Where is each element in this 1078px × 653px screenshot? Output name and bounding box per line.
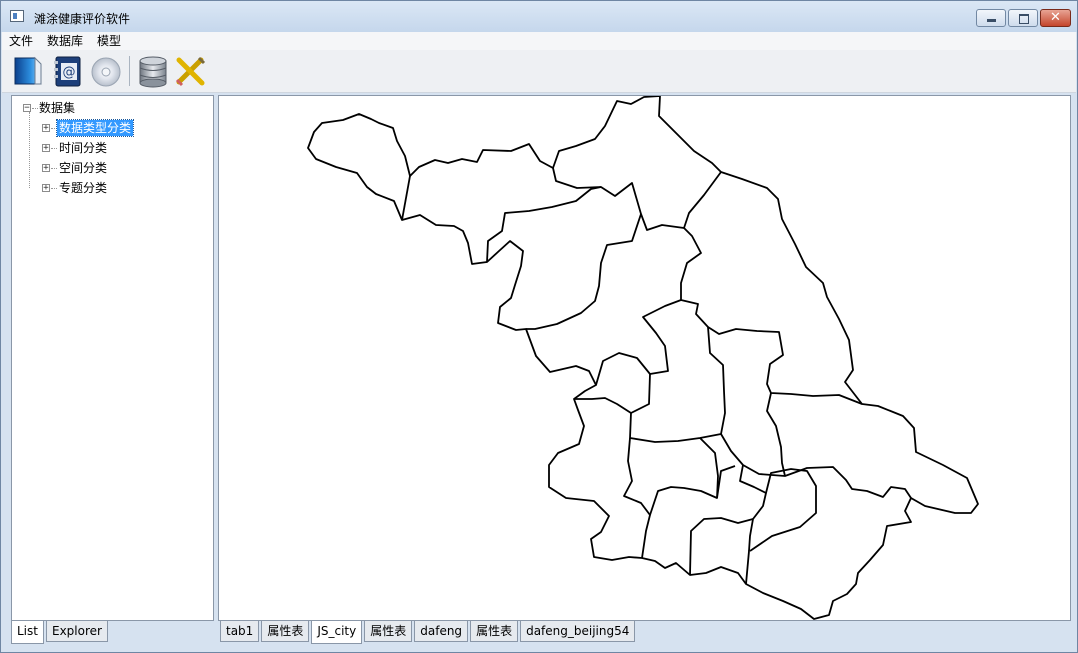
city-boundary (574, 373, 651, 414)
city-boundary (766, 392, 786, 477)
menu-bar: 文件 数据库 模型 (2, 32, 1076, 50)
city-boundary (680, 227, 863, 405)
tree-item-label: 空间分类 (59, 161, 108, 175)
expand-toggle-icon[interactable]: + (42, 124, 50, 133)
map-view[interactable] (218, 95, 1071, 621)
js-city-map[interactable] (219, 96, 1070, 620)
city-boundary (595, 299, 682, 386)
tab-attribute-table-1[interactable]: 属性表 (261, 621, 310, 642)
window-controls: ✕ (976, 9, 1071, 27)
disc-button[interactable] (89, 54, 123, 88)
close-button[interactable]: ✕ (1040, 9, 1071, 27)
toolbar-separator (129, 56, 130, 86)
tab-js-city[interactable]: JS_city (311, 621, 363, 644)
city-boundary (716, 465, 736, 499)
open-file-button[interactable] (11, 54, 45, 88)
expand-toggle-icon[interactable]: + (42, 184, 50, 193)
city-boundary (649, 437, 719, 516)
tree-line (29, 112, 30, 188)
tree-item-label: 数据类型分类 (55, 119, 135, 137)
database-button[interactable] (136, 54, 170, 88)
address-book-button[interactable]: @ (51, 54, 85, 88)
tree-root-label: 数据集 (39, 101, 76, 115)
menu-database[interactable]: 数据库 (40, 32, 90, 50)
toolbar: @ (2, 50, 1076, 93)
tab-dafeng[interactable]: dafeng (414, 621, 469, 642)
dataset-tree-panel: − 数据集 + 数据类型分类 + 时间分类 + 空间分类 + 专题分类 (11, 95, 214, 621)
minimize-button[interactable] (976, 9, 1006, 27)
map-tabs: tab1 属性表 JS_city 属性表 dafeng 属性表 dafeng_b… (220, 621, 637, 644)
city-boundary (739, 464, 767, 585)
city-boundary (401, 175, 411, 221)
collapse-toggle-icon[interactable]: − (23, 104, 31, 113)
title-bar: 滩涂健康评价软件 ✕ (1, 1, 1077, 32)
city-boundary (623, 437, 651, 559)
tab-dafeng-beijing54[interactable]: dafeng_beijing54 (520, 621, 636, 642)
expand-toggle-icon[interactable]: + (42, 144, 50, 153)
main-window: 滩涂健康评价软件 ✕ 文件 数据库 模型 @ − 数据集 + 数据类型分类 + … (0, 0, 1078, 653)
expand-toggle-icon[interactable]: + (42, 164, 50, 173)
province-boundary (307, 96, 979, 620)
tab-attribute-table-3[interactable]: 属性表 (470, 621, 519, 642)
tree-item-label: 专题分类 (59, 181, 108, 195)
city-boundary (526, 213, 642, 330)
tools-button[interactable] (174, 54, 208, 88)
tools-icon (175, 56, 206, 87)
svg-text:@: @ (63, 65, 76, 80)
tab-explorer[interactable]: Explorer (45, 621, 108, 642)
tab-list[interactable]: List (11, 621, 44, 644)
tab-tab1[interactable]: tab1 (220, 621, 260, 642)
left-panel-tabs: List Explorer (11, 621, 110, 644)
menu-model[interactable]: 模型 (90, 32, 128, 50)
window-title: 滩涂健康评价软件 (34, 12, 131, 26)
city-boundary (486, 186, 602, 263)
close-icon: ✕ (1050, 10, 1061, 25)
maximize-button[interactable] (1008, 9, 1038, 27)
database-icon (139, 56, 167, 88)
address-book-icon: @ (54, 56, 81, 87)
tab-attribute-table-2[interactable]: 属性表 (364, 621, 413, 642)
app-icon (10, 10, 24, 22)
maximize-icon (1019, 14, 1029, 24)
open-file-icon (14, 56, 42, 85)
minimize-icon (987, 19, 996, 22)
city-boundary (629, 326, 726, 443)
menu-file[interactable]: 文件 (2, 32, 40, 50)
cd-disc-icon (91, 57, 121, 87)
tree-item-label: 时间分类 (59, 141, 108, 155)
